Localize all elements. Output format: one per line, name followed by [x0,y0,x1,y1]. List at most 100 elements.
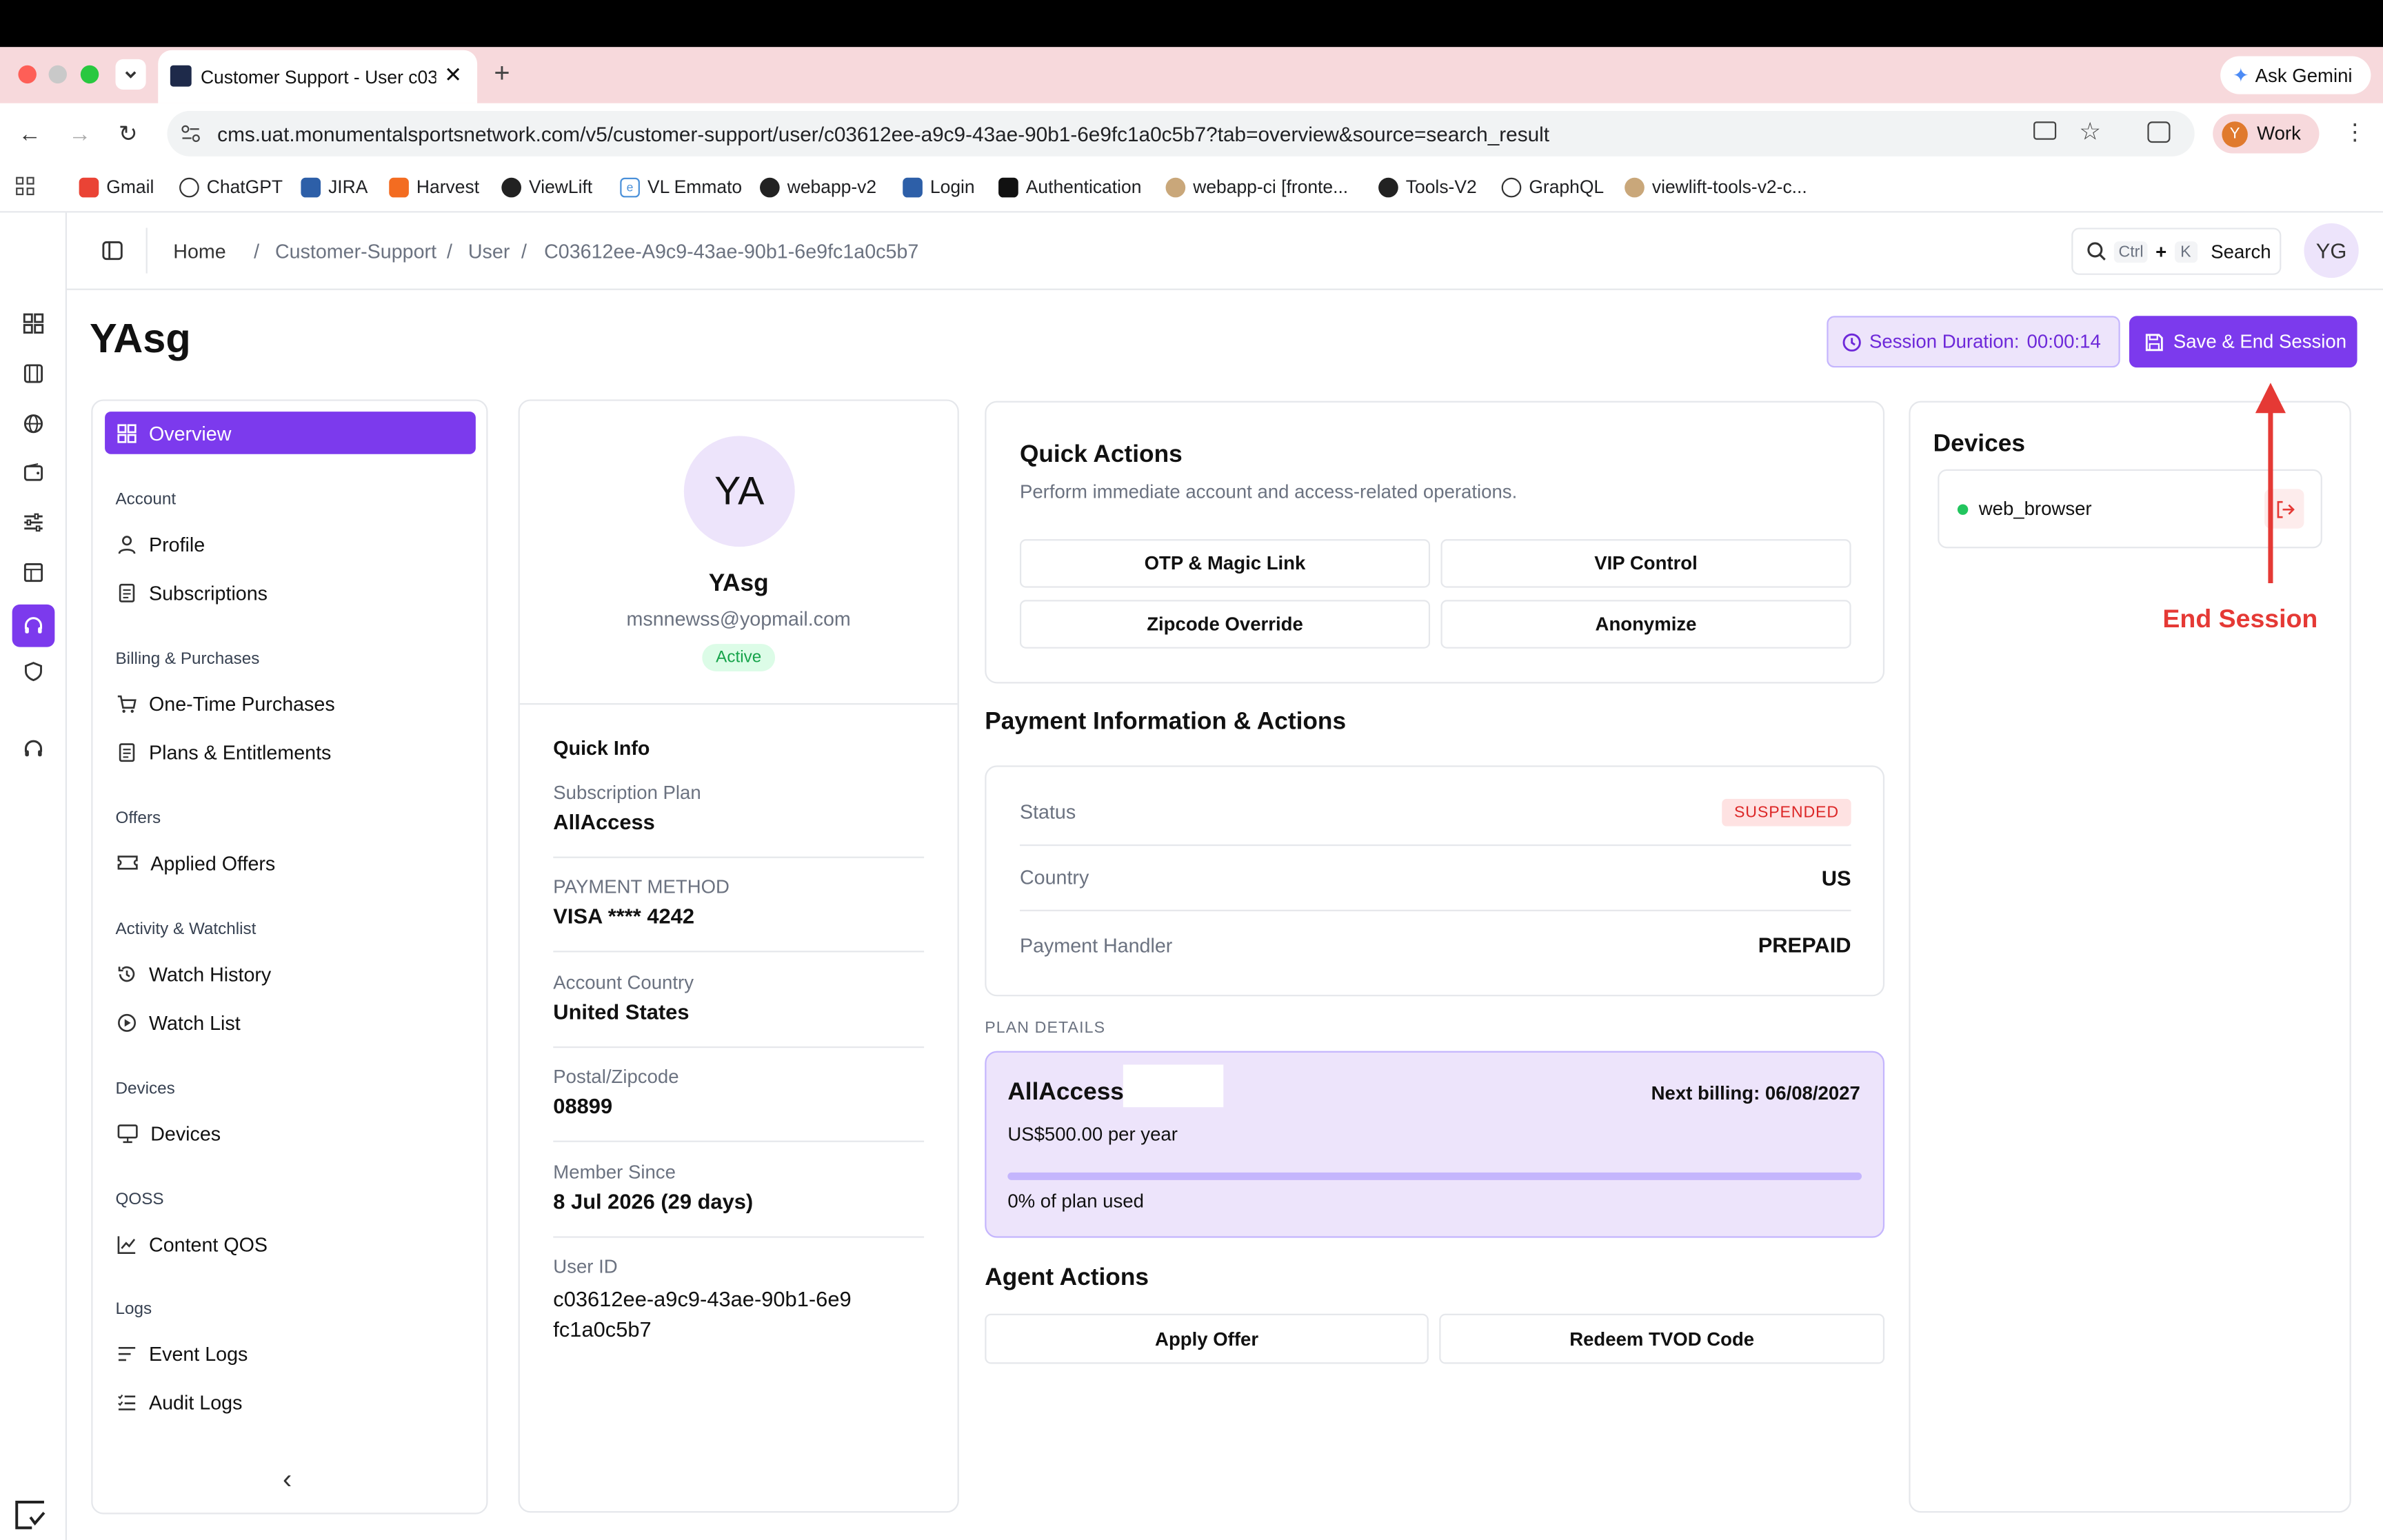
tasks-check-icon[interactable] [12,1496,49,1532]
harvest-icon [389,176,409,197]
info-value: AllAccess [553,809,655,834]
dashboard-icon[interactable] [17,307,50,340]
bookmark-harvest[interactable]: Harvest [389,176,480,198]
sliders-icon[interactable] [17,506,50,539]
bookmark-webapp-v2[interactable]: webapp-v2 [760,176,876,197]
emmato-icon: e [620,176,640,197]
info-value: c03612ee-a9c9-43ae-90b1-6e9fc1a0c5b7 [553,1286,852,1341]
bookmark-webapp-ci[interactable]: webapp-ci [fronte... [1165,176,1349,198]
minimize-window-button[interactable] [48,65,67,84]
nav-content-qos[interactable]: Content QOS [105,1223,476,1266]
anonymize-button[interactable]: Anonymize [1440,600,1851,649]
otp-magic-link-button[interactable]: OTP & Magic Link [1019,539,1431,588]
profile-chip[interactable]: Y Work [2213,114,2320,154]
close-tab-icon[interactable]: ✕ [444,62,462,88]
nav-item-label: Audit Logs [149,1390,243,1414]
github-icon [501,176,522,197]
close-window-button[interactable] [18,65,37,84]
play-circle-icon [117,1012,137,1032]
nav-item-label: Subscriptions [149,580,268,604]
collapse-sidebar-icon[interactable]: ‹ [283,1464,292,1496]
install-app-icon[interactable] [2033,121,2057,140]
nav-overview[interactable]: Overview [105,412,476,454]
ask-gemini-label: Ask Gemini [2255,64,2353,86]
bookmark-gmail[interactable]: Gmail [79,176,154,197]
payment-row-value: PREPAID [1758,932,1851,958]
reload-icon[interactable]: ↻ [119,120,138,147]
tab-customer-support[interactable]: Customer Support - User c03 ✕ [158,50,478,103]
bookmark-authentication[interactable]: Authentication [998,176,1141,197]
nav-event-logs[interactable]: Event Logs [105,1332,476,1375]
back-arrow-icon[interactable]: ← [18,121,41,147]
nav-plans-entitlements[interactable]: Plans & Entitlements [105,731,476,773]
list-filter-icon [117,1344,137,1364]
bookmark-label: viewlift-tools-v2-c... [1651,176,1807,198]
nav-audit-logs[interactable]: Audit Logs [105,1381,476,1424]
shield-icon[interactable] [17,655,50,688]
bookmark-star-icon[interactable]: ☆ [2079,117,2101,148]
nav-one-time-purchases[interactable]: One-Time Purchases [105,682,476,725]
bookmark-chatgpt[interactable]: ChatGPT [179,176,283,197]
vip-control-button[interactable]: VIP Control [1440,539,1851,588]
nav-watch-history[interactable]: Watch History [105,952,476,995]
new-tab-icon[interactable]: + [494,58,510,90]
nav-item-label: Profile [149,532,205,556]
tab-search-button[interactable] [115,59,146,90]
save-end-session-button[interactable]: Save & End Session [2129,316,2357,368]
headset-icon[interactable] [12,604,55,647]
jira-icon [903,176,923,197]
ask-gemini-button[interactable]: ✦ Ask Gemini [2220,56,2371,94]
nav-watch-list[interactable]: Watch List [105,1001,476,1044]
bookmark-label: webapp-ci [fronte... [1193,176,1349,198]
apply-offer-button[interactable]: Apply Offer [985,1313,1429,1364]
gemini-sparkle-icon: ✦ [2232,63,2249,86]
nav-applied-offers[interactable]: Applied Offers [105,842,476,884]
nav-profile[interactable]: Profile [105,523,476,565]
bookmark-tools-v2[interactable]: Tools-V2 [1378,176,1477,197]
globe-icon[interactable] [17,407,50,440]
global-search-button[interactable]: Ctrl + K Search [2071,227,2282,275]
bookmark-login[interactable]: Login [903,176,975,197]
user-avatar[interactable]: YG [2304,223,2359,278]
support-headset-icon[interactable] [17,732,50,765]
bookmark-vl-emmato[interactable]: e VL Emmato [620,176,742,197]
maximize-window-button[interactable] [80,65,99,84]
apps-grid-icon[interactable] [15,176,35,196]
film-icon[interactable] [17,357,50,390]
nav-group-title: Offers [115,809,161,828]
extensions-icon[interactable] [2147,121,2171,143]
payment-row-label: Status [1019,800,1076,824]
bookmark-jira[interactable]: JIRA [301,176,368,197]
sidebar-toggle-icon[interactable] [102,240,123,261]
document-icon [117,582,137,602]
browser-menu-icon[interactable]: ⋮ [2344,119,2366,145]
agent-actions-title: Agent Actions [985,1265,1149,1291]
url-bar[interactable]: cms.uat.monumentalsportsnetwork.com/v5/c… [167,110,2195,156]
bookmark-graphql[interactable]: GraphQL [1501,176,1604,197]
list-checks-icon [117,1392,137,1412]
info-value: VISA **** 4242 [553,903,694,929]
breadcrumb-user[interactable]: User [468,240,510,263]
info-label: Member Since [553,1162,676,1184]
info-value: 08899 [553,1093,613,1118]
forward-arrow-icon[interactable]: → [68,121,91,147]
profile-email: msnnewss@yopmail.com [626,607,851,631]
zipcode-override-button[interactable]: Zipcode Override [1019,600,1431,649]
bookmark-viewlift-tools[interactable]: viewlift-tools-v2-c... [1625,176,1807,198]
plan-price: US$500.00 per year [1007,1124,1178,1146]
redeem-tvod-button[interactable]: Redeem TVOD Code [1439,1313,1885,1364]
layout-icon[interactable] [17,556,50,589]
wallet-icon[interactable] [17,456,50,489]
breadcrumb-home[interactable]: Home [173,240,225,263]
bookmark-label: Harvest [416,176,480,198]
plan-usage-text: 0% of plan used [1007,1191,1144,1213]
nav-item-label: Plans & Entitlements [149,740,332,764]
nav-devices[interactable]: Devices [105,1112,476,1155]
nav-subscriptions[interactable]: Subscriptions [105,571,476,614]
history-icon [117,964,137,984]
bookmark-viewlift[interactable]: ViewLift [501,176,592,197]
info-payment-method: PAYMENT METHOD VISA **** 4242 [553,876,925,953]
info-label: Subscription Plan [553,782,701,804]
end-session-annotation: End Session [2162,604,2318,634]
breadcrumb-customer-support[interactable]: Customer-Support [275,240,436,263]
